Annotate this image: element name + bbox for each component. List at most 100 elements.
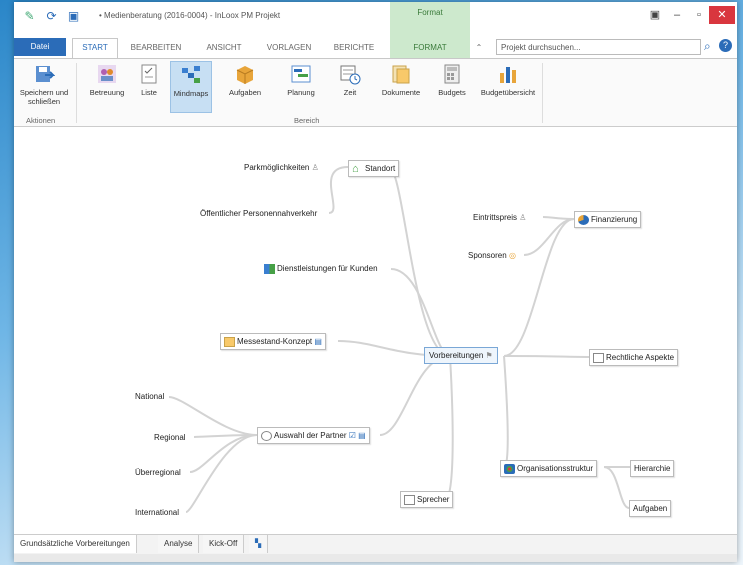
status-bar <box>14 554 737 562</box>
node-aufgaben[interactable]: Aufgaben <box>629 500 672 517</box>
mindmap-icon <box>182 66 200 83</box>
minimize-button[interactable]: – <box>666 6 688 24</box>
node-regional[interactable]: Regional <box>154 430 186 445</box>
node-parkmoeglichkeiten[interactable]: Parkmöglichkeiten ♙ <box>244 160 319 175</box>
node-hierarchie[interactable]: Hierarchie <box>630 460 675 477</box>
node-sprecher[interactable]: Sprecher <box>400 491 454 508</box>
ribbon-display-icon[interactable]: ▣ <box>644 6 666 24</box>
budget-overview-button[interactable]: Budgetübersicht <box>476 61 540 113</box>
folder-icon <box>224 336 235 347</box>
tab-kick-off[interactable]: Kick-Off <box>203 535 245 553</box>
tab-datei[interactable]: Datei <box>14 38 66 56</box>
ribbon-separator <box>76 63 77 123</box>
node-label: Hierarchie <box>634 464 671 473</box>
node-label: Parkmöglichkeiten <box>244 163 310 172</box>
documents-icon <box>392 65 410 84</box>
node-organisationsstruktur[interactable]: Organisationsstruktur <box>500 460 598 477</box>
node-label: Sprecher <box>417 495 450 504</box>
speaker-icon <box>404 494 415 505</box>
node-auswahl[interactable]: Auswahl der Partner ☑ ▤ <box>257 427 370 444</box>
list-icon <box>141 64 157 84</box>
node-dienstleistungen[interactable]: Dienstleistungen für Kunden <box>264 261 378 276</box>
budgets-button[interactable]: Budgets <box>432 61 472 113</box>
time-icon <box>340 65 361 85</box>
node-label: Dienstleistungen für Kunden <box>277 264 378 273</box>
tab-format[interactable]: FORMAT <box>392 40 468 56</box>
tab-analyse[interactable]: Analyse <box>158 535 200 553</box>
node-sponsoren[interactable]: Sponsoren ◎ <box>468 248 516 263</box>
betreuung-button[interactable]: Betreuung <box>86 61 128 113</box>
liste-label: Liste <box>141 88 157 97</box>
tab-bearbeiten[interactable]: BEARBEITEN <box>126 40 186 56</box>
save-close-label: Speichern und schließen <box>19 88 69 106</box>
zeit-label: Zeit <box>343 88 357 97</box>
search-input[interactable]: Projekt durchsuchen... <box>496 39 701 55</box>
aufgaben-label: Aufgaben <box>228 88 262 97</box>
user-icon: ♙ <box>311 163 319 172</box>
window-title: • Medienberatung (2016-0004) - InLoox PM… <box>99 11 281 20</box>
node-label: National <box>135 392 165 401</box>
budget-overview-icon <box>500 67 516 83</box>
note-icon: ▤ <box>358 431 366 440</box>
tab-vorlagen[interactable]: VORLAGEN <box>260 40 318 56</box>
aufgaben-button[interactable]: Aufgaben <box>222 61 268 113</box>
node-label: Öffentlicher Personennahverkehr <box>200 209 318 218</box>
node-label: Messestand-Konzept <box>237 337 313 346</box>
node-label: Auswahl der Partner <box>274 431 347 440</box>
mindmap-center-node[interactable]: Vorbereitungen ⚑ <box>424 347 498 364</box>
ribbon-separator <box>542 63 543 123</box>
tab-start[interactable]: START <box>72 38 118 58</box>
checkbox-icon: ☑ <box>348 431 356 440</box>
help-icon[interactable]: ? <box>719 39 732 52</box>
mindmap-tabs: Grundsätzliche Vorbereitungen Analyse Ki… <box>14 534 737 555</box>
node-label: Sponsoren <box>468 251 507 260</box>
org-chart-icon <box>504 463 515 474</box>
node-standort[interactable]: ⌂ Standort <box>348 160 400 177</box>
save-close-button[interactable]: Speichern und schließen <box>16 61 72 113</box>
budgets-label: Budgets <box>438 88 466 97</box>
planning-icon <box>291 65 311 83</box>
close-button[interactable]: ✕ <box>709 6 735 24</box>
betreuung-label: Betreuung <box>89 88 125 97</box>
tab-ansicht[interactable]: ANSICHT <box>198 40 250 56</box>
user-icon: ♙ <box>519 213 527 222</box>
home-icon: ⌂ <box>352 162 359 175</box>
node-ueberregional[interactable]: Überregional <box>135 465 181 480</box>
maximize-button[interactable]: ▫ <box>688 6 710 24</box>
mindmaps-button[interactable]: Mindmaps <box>170 61 212 113</box>
node-national[interactable]: National <box>135 389 164 404</box>
mindmap-connectors <box>168 166 630 513</box>
coin-icon: ◎ <box>508 251 516 260</box>
collapse-ribbon-icon[interactable]: ⌃ <box>472 40 486 56</box>
mindmap-canvas[interactable]: Vorbereitungen ⚑ ⌂ Standort Parkmöglichke… <box>14 127 737 534</box>
title-bar: ✎ ⟳ ▣ • Medienberatung (2016-0004) - InL… <box>14 2 737 36</box>
pie-chart-icon <box>578 214 589 225</box>
node-international[interactable]: International <box>135 505 179 520</box>
globe-icon <box>261 430 272 441</box>
flag-icon: ⚑ <box>485 351 493 360</box>
save-icon[interactable]: ▣ <box>66 9 81 24</box>
dokumente-button[interactable]: Dokumente <box>378 61 424 113</box>
liste-button[interactable]: Liste <box>134 61 164 113</box>
save-close-icon <box>36 66 55 82</box>
tab-berichte[interactable]: BERICHTE <box>328 40 380 56</box>
node-messestand[interactable]: Messestand-Konzept ▤ <box>220 333 326 350</box>
ribbon: Speichern und schließen Betreuung Liste … <box>14 59 737 127</box>
app-logo-icon: ✎ <box>24 9 35 23</box>
node-oepnv[interactable]: Öffentlicher Personennahverkehr <box>200 206 317 221</box>
planung-button[interactable]: Planung <box>280 61 322 113</box>
node-label: Finanzierung <box>591 215 638 224</box>
node-finanzierung[interactable]: Finanzierung <box>574 211 642 228</box>
refresh-icon[interactable]: ⟳ <box>44 9 59 24</box>
add-mindmap-icon[interactable]: ▚ <box>249 535 269 553</box>
search-icon[interactable]: ⌕ <box>704 39 711 54</box>
tab-grundsaetzliche-vorbereitungen[interactable]: Grundsätzliche Vorbereitungen <box>14 535 137 553</box>
planung-label: Planung <box>287 88 315 97</box>
center-node-label: Vorbereitungen <box>429 351 484 360</box>
node-label: Standort <box>365 164 396 173</box>
zeit-button[interactable]: Zeit <box>332 61 368 113</box>
node-label: Regional <box>154 433 186 442</box>
node-rechtliche[interactable]: Rechtliche Aspekte <box>589 349 679 366</box>
document-icon <box>593 352 604 363</box>
node-eintrittspreis[interactable]: Eintrittspreis ♙ <box>473 210 526 225</box>
